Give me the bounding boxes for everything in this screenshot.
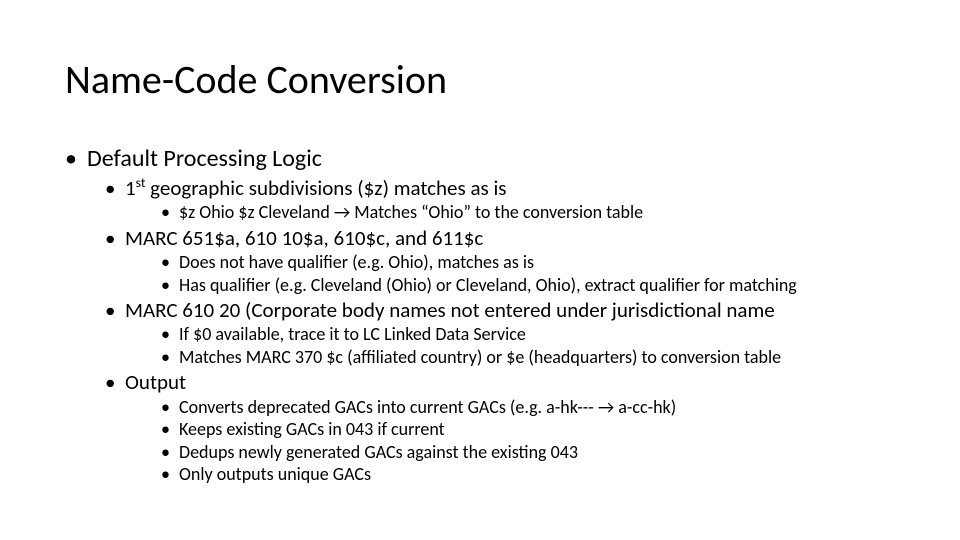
list-item: Output Converts deprecated GACs into cur… — [105, 369, 895, 485]
list-item: $z Ohio $z Cleveland → Matches “Ohio” to… — [161, 201, 895, 224]
list-item-text: Does not have qualifier (e.g. Ohio), mat… — [179, 251, 534, 273]
list-item-text: Dedups newly generated GACs against the … — [179, 441, 578, 463]
list-item: Dedups newly generated GACs against the … — [161, 441, 895, 464]
list-item: Matches MARC 370 $c (affiliated country)… — [161, 346, 895, 369]
list-item-text: Matches MARC 370 $c (affiliated country)… — [179, 346, 781, 368]
list-item-text: MARC 610 20 (Corporate body names not en… — [125, 297, 775, 323]
list-item-text: If $0 available, trace it to LC Linked D… — [179, 323, 526, 345]
list-item-text: $z Ohio $z Cleveland → Matches “Ohio” to… — [179, 201, 643, 223]
list-item-text: Default Processing Logic — [87, 144, 322, 173]
list-item: If $0 available, trace it to LC Linked D… — [161, 323, 895, 346]
list-item-text: Converts deprecated GACs into current GA… — [179, 396, 676, 418]
list-item: Only outputs unique GACs — [161, 463, 895, 486]
list-item: Converts deprecated GACs into current GA… — [161, 396, 895, 419]
list-item-text: Only outputs unique GACs — [179, 463, 371, 485]
list-item-text: MARC 651$a, 610 10$a, 610$c, and 611$c — [125, 225, 483, 251]
bullet-list-level3: Converts deprecated GACs into current GA… — [125, 396, 895, 486]
list-item-text: Keeps existing GACs in 043 if current — [179, 418, 445, 440]
bullet-list-level3: If $0 available, trace it to LC Linked D… — [125, 323, 895, 368]
list-item: 1st geographic subdivisions ($z) matches… — [105, 175, 895, 224]
list-item-text: Has qualifier (e.g. Cleveland (Ohio) or … — [179, 274, 797, 296]
list-item-text: Output — [125, 369, 186, 395]
slide-title: Name-Code Conversion — [65, 55, 895, 104]
bullet-list-level2: 1st geographic subdivisions ($z) matches… — [87, 175, 895, 486]
list-item: MARC 610 20 (Corporate body names not en… — [105, 297, 895, 368]
list-item: Does not have qualifier (e.g. Ohio), mat… — [161, 251, 895, 274]
list-item: Default Processing Logic 1st geographic … — [65, 144, 895, 486]
list-item: Keeps existing GACs in 043 if current — [161, 418, 895, 441]
superscript: st — [136, 174, 146, 191]
list-item: Has qualifier (e.g. Cleveland (Ohio) or … — [161, 274, 895, 297]
text-part: 1 — [125, 175, 136, 201]
bullet-list-level1: Default Processing Logic 1st geographic … — [65, 144, 895, 486]
list-item-text: 1st geographic subdivisions ($z) matches… — [125, 175, 507, 201]
bullet-list-level3: $z Ohio $z Cleveland → Matches “Ohio” to… — [125, 201, 895, 224]
list-item: MARC 651$a, 610 10$a, 610$c, and 611$c D… — [105, 225, 895, 296]
bullet-list-level3: Does not have qualifier (e.g. Ohio), mat… — [125, 251, 895, 296]
slide: Name-Code Conversion Default Processing … — [0, 0, 960, 540]
text-part: geographic subdivisions ($z) matches as … — [145, 175, 506, 201]
